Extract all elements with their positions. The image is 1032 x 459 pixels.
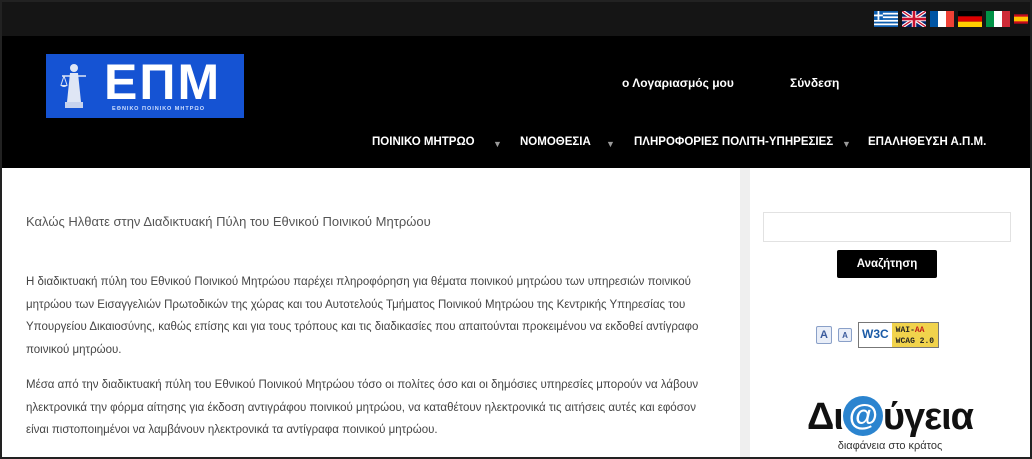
services-paragraph: Μέσα από την διαδικτυακή πύλη του Εθνικο… xyxy=(26,379,699,436)
account-links: ο Λογαριασμός μου Σύνδεση xyxy=(2,76,1030,96)
site-header: ΕΠΜ ΕΘΝΙΚΟ ΠΟΙΝΙΚΟ ΜΗΤΡΩΟ ο Λογαριασμός … xyxy=(2,36,1030,168)
wcag-level: WAI-AA WCAG 2.0 xyxy=(891,323,939,347)
spanish-flag-icon[interactable] xyxy=(1014,11,1028,27)
search-button[interactable]: Αναζήτηση xyxy=(837,250,937,278)
font-increase-icon[interactable]: A xyxy=(816,326,832,344)
wcag-version: WCAG 2.0 xyxy=(895,337,935,346)
aa-label: AA xyxy=(914,326,925,335)
nav-item-legislation[interactable]: ΝΟΜΟΘΕΣΙΑ xyxy=(520,136,591,148)
intro-paragraph: Η διαδικτυακή πύλη του Εθνικού Ποινικού … xyxy=(26,276,699,356)
diavgeia-banner[interactable]: Δι @ ύγεια διαφάνεια στο κράτος xyxy=(805,396,975,452)
greek-flag-icon[interactable] xyxy=(874,11,898,27)
page-title: Καλώς Ηλθατε στην Διαδικτυακή Πύλη του Ε… xyxy=(26,214,431,229)
french-flag-icon[interactable] xyxy=(930,11,954,27)
diavgeia-logo: Δι @ ύγεια xyxy=(805,396,975,438)
search-input[interactable] xyxy=(763,212,1011,242)
accessibility-tools: A A W3C WAI-AA WCAG 2.0 xyxy=(816,322,940,348)
wcag-badge[interactable]: W3C WAI-AA WCAG 2.0 xyxy=(858,322,940,348)
diavgeia-post: ύγεια xyxy=(882,396,974,438)
uk-flag-icon[interactable] xyxy=(902,11,926,27)
at-icon: @ xyxy=(842,396,883,436)
wai-label: WAI- xyxy=(895,326,915,335)
login-link[interactable]: Σύνδεση xyxy=(790,76,839,90)
diavgeia-pre: Δι xyxy=(806,396,844,438)
nav-item-verification[interactable]: ΕΠΑΛΗΘΕΥΣΗ Α.Π.Μ. xyxy=(868,136,986,148)
w3c-logo: W3C xyxy=(859,323,892,347)
italian-flag-icon[interactable] xyxy=(986,11,1010,27)
chevron-down-icon: ▼ xyxy=(493,139,502,149)
font-increase-label: A xyxy=(820,329,828,341)
font-decrease-label: A xyxy=(842,330,848,340)
font-decrease-icon[interactable]: A xyxy=(838,328,852,342)
diavgeia-tagline: διαφάνεια στο κράτος xyxy=(837,440,943,452)
main-navigation: ΠΟΙΝΙΚΟ ΜΗΤΡΩΟ ▼ ΝΟΜΟΘΕΣΙΑ ▼ ΠΛΗΡΟΦΟΡΙΕΣ… xyxy=(2,136,1030,156)
language-flags xyxy=(874,11,1028,27)
chevron-down-icon: ▼ xyxy=(606,139,615,149)
nav-item-citizen-info[interactable]: ΠΛΗΡΟΦΟΡΙΕΣ ΠΟΛΙΤΗ-ΥΠΗΡΕΣΙΕΣ xyxy=(634,136,833,148)
main-content: Καλώς Ηλθατε στην Διαδικτυακή Πύλη του Ε… xyxy=(2,168,740,457)
chevron-down-icon: ▼ xyxy=(842,139,851,149)
german-flag-icon[interactable] xyxy=(958,11,982,27)
my-account-link[interactable]: ο Λογαριασμός μου xyxy=(622,76,734,90)
logo-subtitle: ΕΘΝΙΚΟ ΠΟΙΝΙΚΟ ΜΗΤΡΩΟ xyxy=(112,106,206,112)
sidebar: Αναζήτηση A A W3C WAI-AA WCAG 2.0 Δι @ ύγε… xyxy=(740,168,1030,457)
nav-item-criminal-record[interactable]: ΠΟΙΝΙΚΟ ΜΗΤΡΩΟ xyxy=(372,136,475,148)
language-bar xyxy=(2,2,1030,36)
page-frame: ΕΠΜ ΕΘΝΙΚΟ ΠΟΙΝΙΚΟ ΜΗΤΡΩΟ ο Λογαριασμός … xyxy=(0,0,1032,459)
